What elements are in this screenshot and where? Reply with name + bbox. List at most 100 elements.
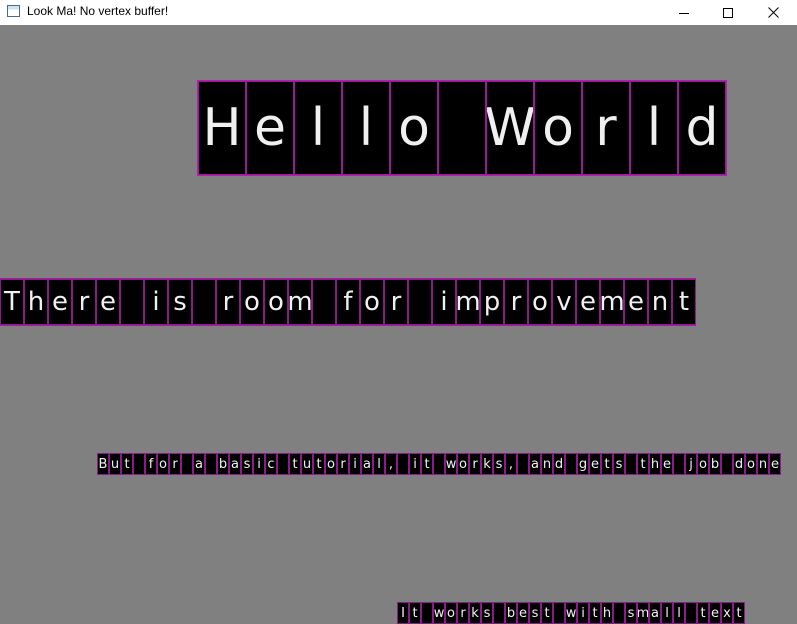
glyph-quad (685, 602, 697, 624)
glyph-quad (397, 453, 409, 475)
glyph-quad (312, 279, 336, 325)
glyph-quad: v (552, 279, 576, 325)
glyph-quad: b (505, 602, 517, 624)
glyph-quad: , (385, 453, 397, 475)
glyph-quad: B (97, 453, 109, 475)
glyph-quad: t (637, 453, 649, 475)
glyph-quad: w (565, 602, 577, 624)
glyph-quad: i (577, 602, 589, 624)
glyph-quad: s (168, 279, 192, 325)
glyph-quad: m (637, 602, 649, 624)
glyph-quad: e (709, 602, 721, 624)
glyph-quad: n (541, 453, 553, 475)
glyph-quad (553, 602, 565, 624)
glyph-quad: t (409, 602, 421, 624)
glyph-quad: r (469, 453, 481, 475)
glyph-quad: m (456, 279, 480, 325)
glyph-quad: c (265, 453, 277, 475)
glyph-quad (181, 453, 193, 475)
glyph-quad: o (528, 279, 552, 325)
glyph-quad (625, 453, 637, 475)
glyph-quad: l (373, 453, 385, 475)
glyph-quad: e (48, 279, 72, 325)
glyph-quad: e (96, 279, 120, 325)
glyph-quad: k (469, 602, 481, 624)
glyph-quad (493, 602, 505, 624)
glyph-quad: e (589, 453, 601, 475)
glyph-quad (192, 279, 216, 325)
glyph-quad: t (733, 602, 745, 624)
glyph-quad: s (613, 453, 625, 475)
glyph-quad: t (589, 602, 601, 624)
glyph-quad: a (361, 453, 373, 475)
text-line-small-text: It works best with small text (397, 602, 745, 624)
glyph-quad: i (349, 453, 361, 475)
glyph-quad: o (534, 81, 582, 175)
glyph-quad: s (529, 602, 541, 624)
glyph-quad: a (529, 453, 541, 475)
glyph-quad: h (649, 453, 661, 475)
glyph-quad: r (169, 453, 181, 475)
glyph-quad (721, 453, 733, 475)
glyph-quad: l (661, 602, 673, 624)
glyph-quad: k (481, 453, 493, 475)
glyph-quad: e (517, 602, 529, 624)
glyph-quad (408, 279, 432, 325)
glyph-quad: d (733, 453, 745, 475)
glyph-quad: i (253, 453, 265, 475)
glyph-quad: t (313, 453, 325, 475)
glyph-quad (438, 81, 486, 175)
close-icon (767, 7, 779, 18)
glyph-quad: h (601, 602, 613, 624)
glyph-quad: d (678, 81, 726, 175)
glyph-quad (421, 602, 433, 624)
glyph-quad: o (157, 453, 169, 475)
minimize-button[interactable] (661, 0, 707, 25)
glyph-quad: s (493, 453, 505, 475)
glyph-quad: b (217, 453, 229, 475)
window-title: Look Ma! No vertex buffer! (27, 4, 169, 18)
glyph-quad: e (576, 279, 600, 325)
glyph-quad: d (553, 453, 565, 475)
glyph-quad: m (288, 279, 312, 325)
glyph-quad: u (301, 453, 313, 475)
glyph-quad: o (390, 81, 438, 175)
glyph-quad: t (421, 453, 433, 475)
glyph-quad: W (486, 81, 534, 175)
glyph-quad: s (625, 602, 637, 624)
glyph-quad: p (480, 279, 504, 325)
glyph-quad: f (145, 453, 157, 475)
glyph-quad: l (673, 602, 685, 624)
glyph-quad (120, 279, 144, 325)
glyph-quad: a (229, 453, 241, 475)
glyph-quad: m (600, 279, 624, 325)
glyph-quad: H (198, 81, 246, 175)
glyph-quad (133, 453, 145, 475)
glyph-quad: t (672, 279, 696, 325)
glyph-quad (565, 453, 577, 475)
title-bar[interactable]: Look Ma! No vertex buffer! (0, 0, 797, 25)
glyph-quad (433, 453, 445, 475)
glyph-quad: t (601, 453, 613, 475)
glyph-quad: n (757, 453, 769, 475)
minimize-icon (679, 12, 689, 14)
glyph-quad: a (649, 602, 661, 624)
glyph-quad: a (193, 453, 205, 475)
glyph-quad (517, 453, 529, 475)
glyph-quad: i (409, 453, 421, 475)
glyph-quad: T (0, 279, 24, 325)
glyph-quad: , (505, 453, 517, 475)
glyph-quad: b (709, 453, 721, 475)
text-line-basic-tutorial: But for a basic tutorial, it works, and … (97, 453, 781, 475)
close-button[interactable] (750, 0, 796, 25)
text-line-room-for-improvement: There is room for improvement (0, 278, 696, 326)
maximize-button[interactable] (705, 0, 751, 25)
glyph-quad: w (445, 453, 457, 475)
glyph-quad: l (630, 81, 678, 175)
glyph-quad: I (397, 602, 409, 624)
render-canvas[interactable]: Hello World There is room for improvemen… (0, 25, 797, 624)
glyph-quad: r (216, 279, 240, 325)
glyph-quad: l (342, 81, 390, 175)
glyph-quad: o (264, 279, 288, 325)
glyph-quad: r (582, 81, 630, 175)
